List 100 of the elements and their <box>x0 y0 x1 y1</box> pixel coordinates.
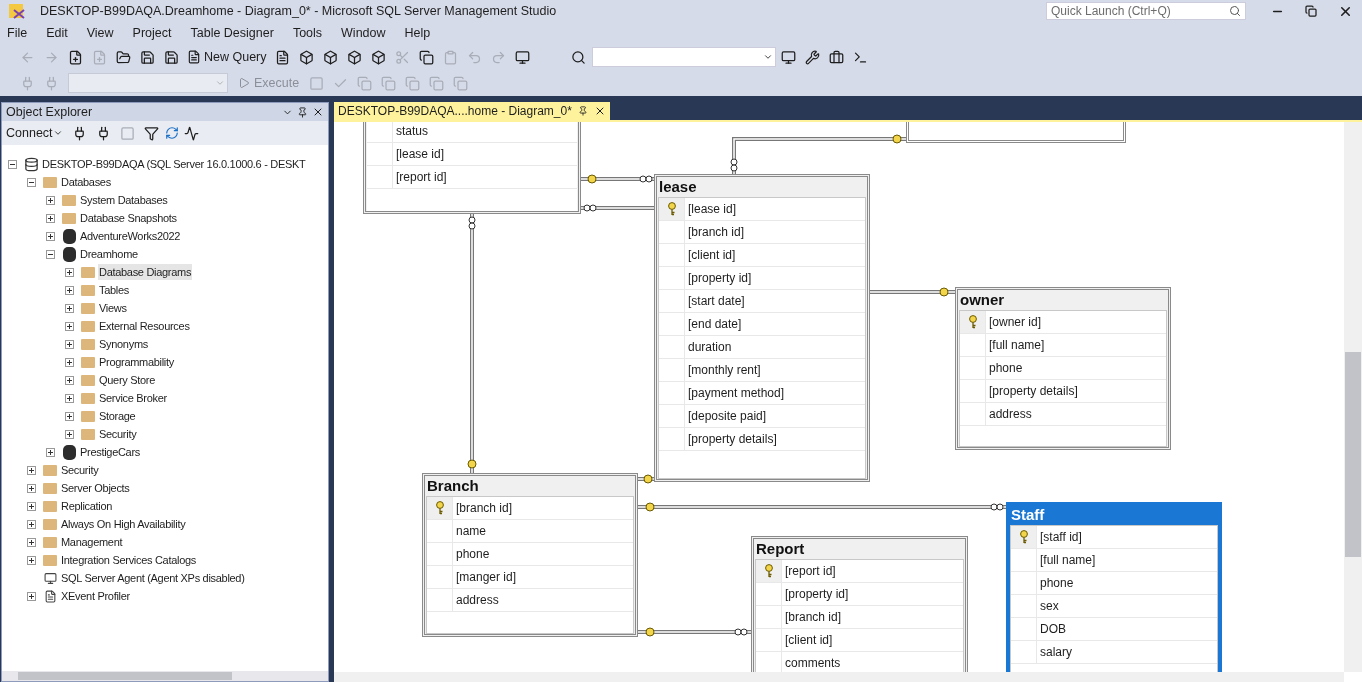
tree-item[interactable]: Server Objects <box>60 479 131 497</box>
expand-toggle[interactable] <box>46 213 55 223</box>
refresh-icon[interactable] <box>164 126 179 140</box>
activity-icon[interactable] <box>184 125 200 141</box>
new-query-button[interactable]: New Query <box>184 47 270 67</box>
horizontal-scrollbar[interactable] <box>334 672 1344 682</box>
tree-item[interactable]: PrestigeCars <box>79 443 141 461</box>
menu-item[interactable]: File <box>2 23 33 43</box>
tree-item[interactable]: Tables <box>98 281 130 299</box>
expand-toggle[interactable] <box>65 285 74 295</box>
cube-icon[interactable] <box>299 49 315 65</box>
collapse-toggle[interactable] <box>8 159 17 169</box>
expand-toggle[interactable] <box>65 267 74 277</box>
tree-item[interactable]: XEvent Profiler <box>60 587 131 605</box>
expand-toggle[interactable] <box>65 357 74 367</box>
table-title: owner <box>959 290 1006 310</box>
filter-icon[interactable] <box>144 125 160 141</box>
expand-toggle[interactable] <box>65 303 74 313</box>
tree-item[interactable]: System Databases <box>79 191 169 209</box>
tree-item[interactable]: SQL Server Agent (Agent XPs disabled) <box>60 569 246 587</box>
expand-toggle[interactable] <box>65 339 74 349</box>
menu-item[interactable]: Table Designer <box>185 23 279 43</box>
expand-toggle[interactable] <box>27 537 36 547</box>
vertical-scrollbar[interactable] <box>1344 122 1362 672</box>
table-box[interactable] <box>906 122 1126 143</box>
horizontal-scrollbar[interactable] <box>2 671 328 681</box>
tree-item[interactable]: AdventureWorks2022 <box>79 227 182 245</box>
table-box[interactable]: lease [lease id] [branch id] [client id] [property id] [start date] [end date] duration [monthly rent] [payment method] [deposite paid] [property details] <box>654 174 870 482</box>
tree-item[interactable]: External Resources <box>98 317 191 335</box>
expand-toggle[interactable] <box>27 501 36 511</box>
folder-icon <box>81 266 95 278</box>
table-box[interactable]: Staff [staff id] [full name] phone sex DOB salary <box>1006 502 1222 672</box>
close-icon[interactable] <box>312 106 324 118</box>
collapse-toggle[interactable] <box>27 177 36 187</box>
save-icon[interactable] <box>139 49 155 65</box>
tree-item[interactable]: Databases <box>60 173 112 191</box>
tree-item[interactable]: Security <box>98 425 138 443</box>
table-box[interactable]: status [lease id] [report id] <box>363 122 581 214</box>
expand-toggle[interactable] <box>27 465 36 475</box>
connect-button[interactable]: Connect <box>6 123 63 143</box>
tree-item[interactable]: Query Store <box>98 371 156 389</box>
tree-item[interactable]: Integration Services Catalogs <box>60 551 197 569</box>
tree-item[interactable]: Programmability <box>98 353 175 371</box>
quick-launch-field[interactable]: Quick Launch (Ctrl+Q) <box>1046 2 1246 20</box>
column-name: [full name] <box>988 337 1045 354</box>
collapse-toggle[interactable] <box>46 249 55 259</box>
pin-icon[interactable] <box>577 106 588 116</box>
table-box[interactable]: owner [owner id] [full name] phone [property details] address <box>955 287 1171 450</box>
menu-item[interactable]: Project <box>127 23 177 43</box>
document-tab[interactable]: DESKTOP-B99DAQA....home - Diagram_0* <box>334 102 610 120</box>
cube-icon[interactable] <box>347 49 363 65</box>
expand-toggle[interactable] <box>46 231 55 241</box>
tree-item[interactable]: Security <box>60 461 100 479</box>
expand-toggle[interactable] <box>27 555 36 565</box>
open-folder-icon[interactable] <box>115 49 131 65</box>
folder-icon <box>81 284 95 296</box>
relationship-line[interactable] <box>580 174 655 184</box>
relationship-line[interactable] <box>580 204 655 212</box>
new-project-icon[interactable] <box>67 49 83 65</box>
tree-item[interactable]: DESKTOP-B99DAQA (SQL Server 16.0.1000.6 - DESKT <box>41 155 307 173</box>
cube-icon[interactable] <box>323 49 339 65</box>
tree-item[interactable]: Always On High Availability <box>60 515 187 533</box>
cube-icon[interactable] <box>371 49 387 65</box>
query-icon[interactable] <box>275 49 291 65</box>
menu-item[interactable]: Tools <box>287 23 328 43</box>
save-all-icon[interactable] <box>163 49 179 65</box>
pin-icon[interactable] <box>297 106 308 118</box>
table-box[interactable]: Branch [branch id] name phone [manger id] address <box>422 473 638 637</box>
expand-toggle[interactable] <box>65 393 74 403</box>
tree-item[interactable]: Database Diagrams <box>98 263 193 281</box>
menu-item[interactable]: View <box>81 23 119 43</box>
table-box[interactable]: Report [report id] [property id] [branch id] [client id] comments <box>751 536 968 672</box>
expand-toggle[interactable] <box>65 429 74 439</box>
tree-item[interactable]: Service Broker <box>98 389 168 407</box>
wrench-icon[interactable] <box>805 49 821 65</box>
tree-item[interactable]: Storage <box>98 407 137 425</box>
menu-item[interactable]: Window <box>336 23 391 43</box>
find-icon[interactable] <box>571 49 587 65</box>
expand-toggle[interactable] <box>65 375 74 385</box>
tree-item[interactable]: Views <box>98 299 128 317</box>
expand-toggle[interactable] <box>46 447 55 457</box>
expand-toggle[interactable] <box>27 591 36 601</box>
expand-toggle[interactable] <box>27 519 36 529</box>
terminal-icon[interactable] <box>853 49 869 65</box>
expand-toggle[interactable] <box>46 195 55 205</box>
tree-item[interactable]: Dreamhome <box>79 245 139 263</box>
key-icon <box>434 501 445 515</box>
restore-icon[interactable] <box>1305 5 1317 17</box>
expand-toggle[interactable] <box>27 483 36 493</box>
menu-item[interactable]: Edit <box>41 23 73 43</box>
tree-item[interactable]: Synonyms <box>98 335 149 353</box>
expand-toggle[interactable] <box>65 411 74 421</box>
tree-item[interactable]: Database Snapshots <box>79 209 178 227</box>
menu-item[interactable]: Help <box>399 23 436 43</box>
toolbox-icon[interactable] <box>829 49 845 65</box>
copy-icon[interactable] <box>419 49 435 65</box>
expand-toggle[interactable] <box>65 321 74 331</box>
tree-item[interactable]: Management <box>60 533 124 551</box>
tree-item[interactable]: Replication <box>60 497 114 515</box>
relationship-line[interactable] <box>637 627 752 637</box>
